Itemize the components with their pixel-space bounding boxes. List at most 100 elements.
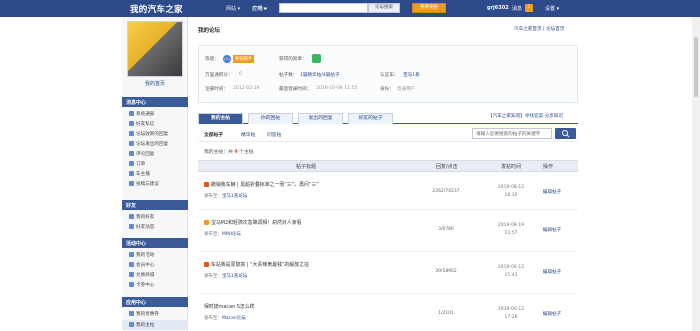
sidebar-item-system-notice[interactable]: 系统通知 [129, 111, 154, 117]
member-icon [129, 262, 134, 267]
messages-link[interactable]: 消息 [512, 5, 522, 12]
image-icon [204, 220, 209, 225]
edit-post-link[interactable]: 编辑帖子 [532, 189, 572, 195]
table-row: 宝马M2和轻骑次急降调相！刹然对人家看 发布至：MINI论坛 3/6780 20… [198, 210, 578, 252]
medal-icon[interactable] [312, 54, 321, 63]
divider [198, 141, 578, 142]
my-home-link[interactable]: 我的首页 [122, 80, 188, 87]
posts-value[interactable]: 1篇精华帖/4篇帖子 [300, 72, 340, 78]
level-label: 等级： [205, 57, 219, 62]
forum-search-input[interactable] [279, 3, 368, 13]
cert-label: 认证车： [380, 73, 399, 78]
subtab-qa[interactable]: 问答帖 [267, 131, 281, 138]
reply-count: 2262/74237 [432, 189, 460, 194]
reply-count: 1/2101 [438, 311, 454, 316]
nav-app-menu-visible[interactable]: 应用 ▾ [252, 5, 266, 12]
tab-sent-replies[interactable]: 发出的回复 [298, 113, 343, 124]
level-tag: 青铜骑手 [233, 55, 255, 63]
edit-post-link[interactable]: 编辑帖子 [532, 311, 572, 317]
post-time: 2019-08-19 13:57 [497, 223, 525, 236]
tab-your-replies[interactable]: 你的回帖 [248, 113, 293, 124]
table-row: 车站我是原鼓高 | “大青辣黄最钱”的解放之征 发布至：宝马1系论坛 39/18… [198, 252, 578, 294]
coins-label: 万里通积分： [205, 73, 233, 78]
card-icon [129, 282, 134, 287]
scrollbar-thumb[interactable] [694, 37, 698, 97]
tab-friend-posts[interactable]: 好友的帖子 [348, 113, 393, 124]
post-title[interactable]: 撤销我车辆 | 黑超折叠标准之一而“三”，再问“三” [204, 181, 319, 188]
post-search-input[interactable]: 请输入您要搜索的帖子的关键字 [472, 128, 552, 139]
subtab-all[interactable]: 全部帖子 [204, 131, 223, 138]
tab-my-posts[interactable]: 我的主帖 [198, 113, 243, 124]
cert-value[interactable]: 宝马1系 [403, 72, 420, 78]
sidebar-item-friend-feed[interactable]: 好友动态 [129, 224, 154, 230]
sidebar-item-my-coupons[interactable]: 我的优惠券 [129, 311, 159, 317]
reply-count: 3/6780 [438, 227, 454, 232]
reply-out-icon [129, 141, 134, 146]
top-links[interactable]: 汽车之家首页 | 论坛首页 [514, 26, 564, 32]
section-app-center: 应用中心 [122, 297, 188, 307]
reg-value: 2012-02-29 [233, 86, 260, 91]
sidebar-item-my-posts[interactable]: 我的主帖 [122, 320, 188, 330]
post-time: 2019-08-12 16:30 [497, 185, 525, 198]
subtab-featured[interactable]: 精华帖 [241, 131, 255, 138]
post-count: 我的主帖：共 4 个主帖 [204, 150, 254, 155]
table-row: 撤销我车辆 | 黑超折叠标准之一而“三”，再问“三” 发布至：宝马1系论坛 22… [198, 172, 578, 210]
sidebar-item-feedback[interactable]: 投稿与建议 [129, 181, 159, 187]
post-search-button[interactable] [555, 128, 576, 139]
post-title[interactable]: 车站我是原鼓高 | “大青辣黄最钱”的解放之征 [204, 261, 309, 268]
sidebar-item-my-friends[interactable]: 我的好友 [129, 214, 154, 220]
sidebar-item-sent-replies[interactable]: 论坛发出的回复 [129, 141, 168, 147]
new-post-button[interactable]: 我要发帖 [412, 3, 446, 13]
edit-post-link[interactable]: 编辑帖子 [532, 227, 572, 233]
feed-icon [129, 224, 134, 229]
post-title[interactable]: 保时捷macan S怎么样 [204, 303, 255, 310]
avatar[interactable] [127, 21, 183, 77]
reply-in-icon [129, 131, 134, 136]
posts-label: 帖子数： [279, 73, 298, 78]
page-title: 我的论坛 [198, 28, 221, 34]
settings-menu[interactable]: 设置 ▾ [545, 5, 559, 12]
col-time: 发帖时间 [501, 164, 522, 170]
live-icon [129, 171, 134, 176]
post-title[interactable]: 宝马M2和轻骑次急降调相！刹然对人家看 [204, 219, 301, 226]
sidebar-item-private-msg[interactable]: 好友私信 [129, 121, 154, 127]
knowledge-links[interactable]: 【汽车之家知道】寻找答案 分享知识 [488, 113, 563, 119]
edit-post-link[interactable]: 编辑帖子 [532, 269, 572, 275]
reg-label: 注册时间： [205, 87, 228, 92]
reply-count: 39/18962 [435, 269, 457, 274]
profile-card: 等级： (1) 青铜骑手 获得的勋章： 万里通积分： 0 帖子数： 1篇精华帖/… [198, 45, 578, 103]
sidebar-item-orders[interactable]: 订单 [129, 161, 145, 167]
last-login-value: 2019-10-08 11:55 [316, 86, 358, 91]
username[interactable]: grj6302 [487, 5, 509, 11]
sidebar-item-coupon-center[interactable]: 卡券中心 [129, 282, 154, 288]
post-icon [129, 322, 134, 327]
sidebar-item-member-center[interactable]: 会员中心 [129, 262, 154, 268]
order-icon [129, 161, 134, 166]
left-sidebar: 我的首页 消息中心 系统通知 好友私信 论坛收到的回复 论坛发出的回复 评论回复… [122, 17, 188, 331]
medal-label: 获得的勋章： [279, 57, 307, 62]
level-number: (1) [223, 55, 231, 63]
friends-icon [129, 214, 134, 219]
sidebar-item-received-replies[interactable]: 论坛收到的回复 [129, 131, 168, 137]
brand-title[interactable]: 我的汽车之家 [130, 3, 183, 15]
sidebar-item-exchange-mall[interactable]: 兑换商城 [129, 272, 154, 278]
coins-value: 0 [239, 72, 242, 77]
feedback-icon [129, 181, 134, 186]
nav-site-menu[interactable]: 网站 ▾ [226, 5, 240, 12]
forum-search-button[interactable]: 论坛搜索 [368, 3, 400, 13]
identity-value: 普通用户 [397, 87, 416, 92]
cart-icon [129, 272, 134, 277]
last-login-label: 最后登录时间： [279, 87, 312, 92]
scrollbar[interactable] [692, 17, 700, 331]
section-activity-center: 活动中心 [122, 238, 188, 248]
messages-count-badge: 1 [525, 4, 533, 12]
sidebar-item-comment-replies[interactable]: 评论回复 [129, 151, 154, 157]
table-header: 帖子标题 回复/点击 发帖时间 操作 [198, 160, 578, 172]
sidebar-item-livestream[interactable]: 车主播 [129, 171, 150, 177]
post-board: 发布至：宝马1系论坛 [204, 274, 248, 279]
post-time: 2019-06-12 17:26 [497, 307, 525, 320]
post-board: 发布至：Macan论坛 [204, 316, 246, 321]
sidebar-item-my-activity[interactable]: 我的活动 [129, 252, 154, 258]
top-nav-bar: 我的汽车之家 网站 ▾ 广场 ▾ 论坛搜索 我要发帖 grj6302 消息 1 … [0, 0, 700, 17]
post-time: 2019-06-15 15:43 [497, 265, 525, 278]
